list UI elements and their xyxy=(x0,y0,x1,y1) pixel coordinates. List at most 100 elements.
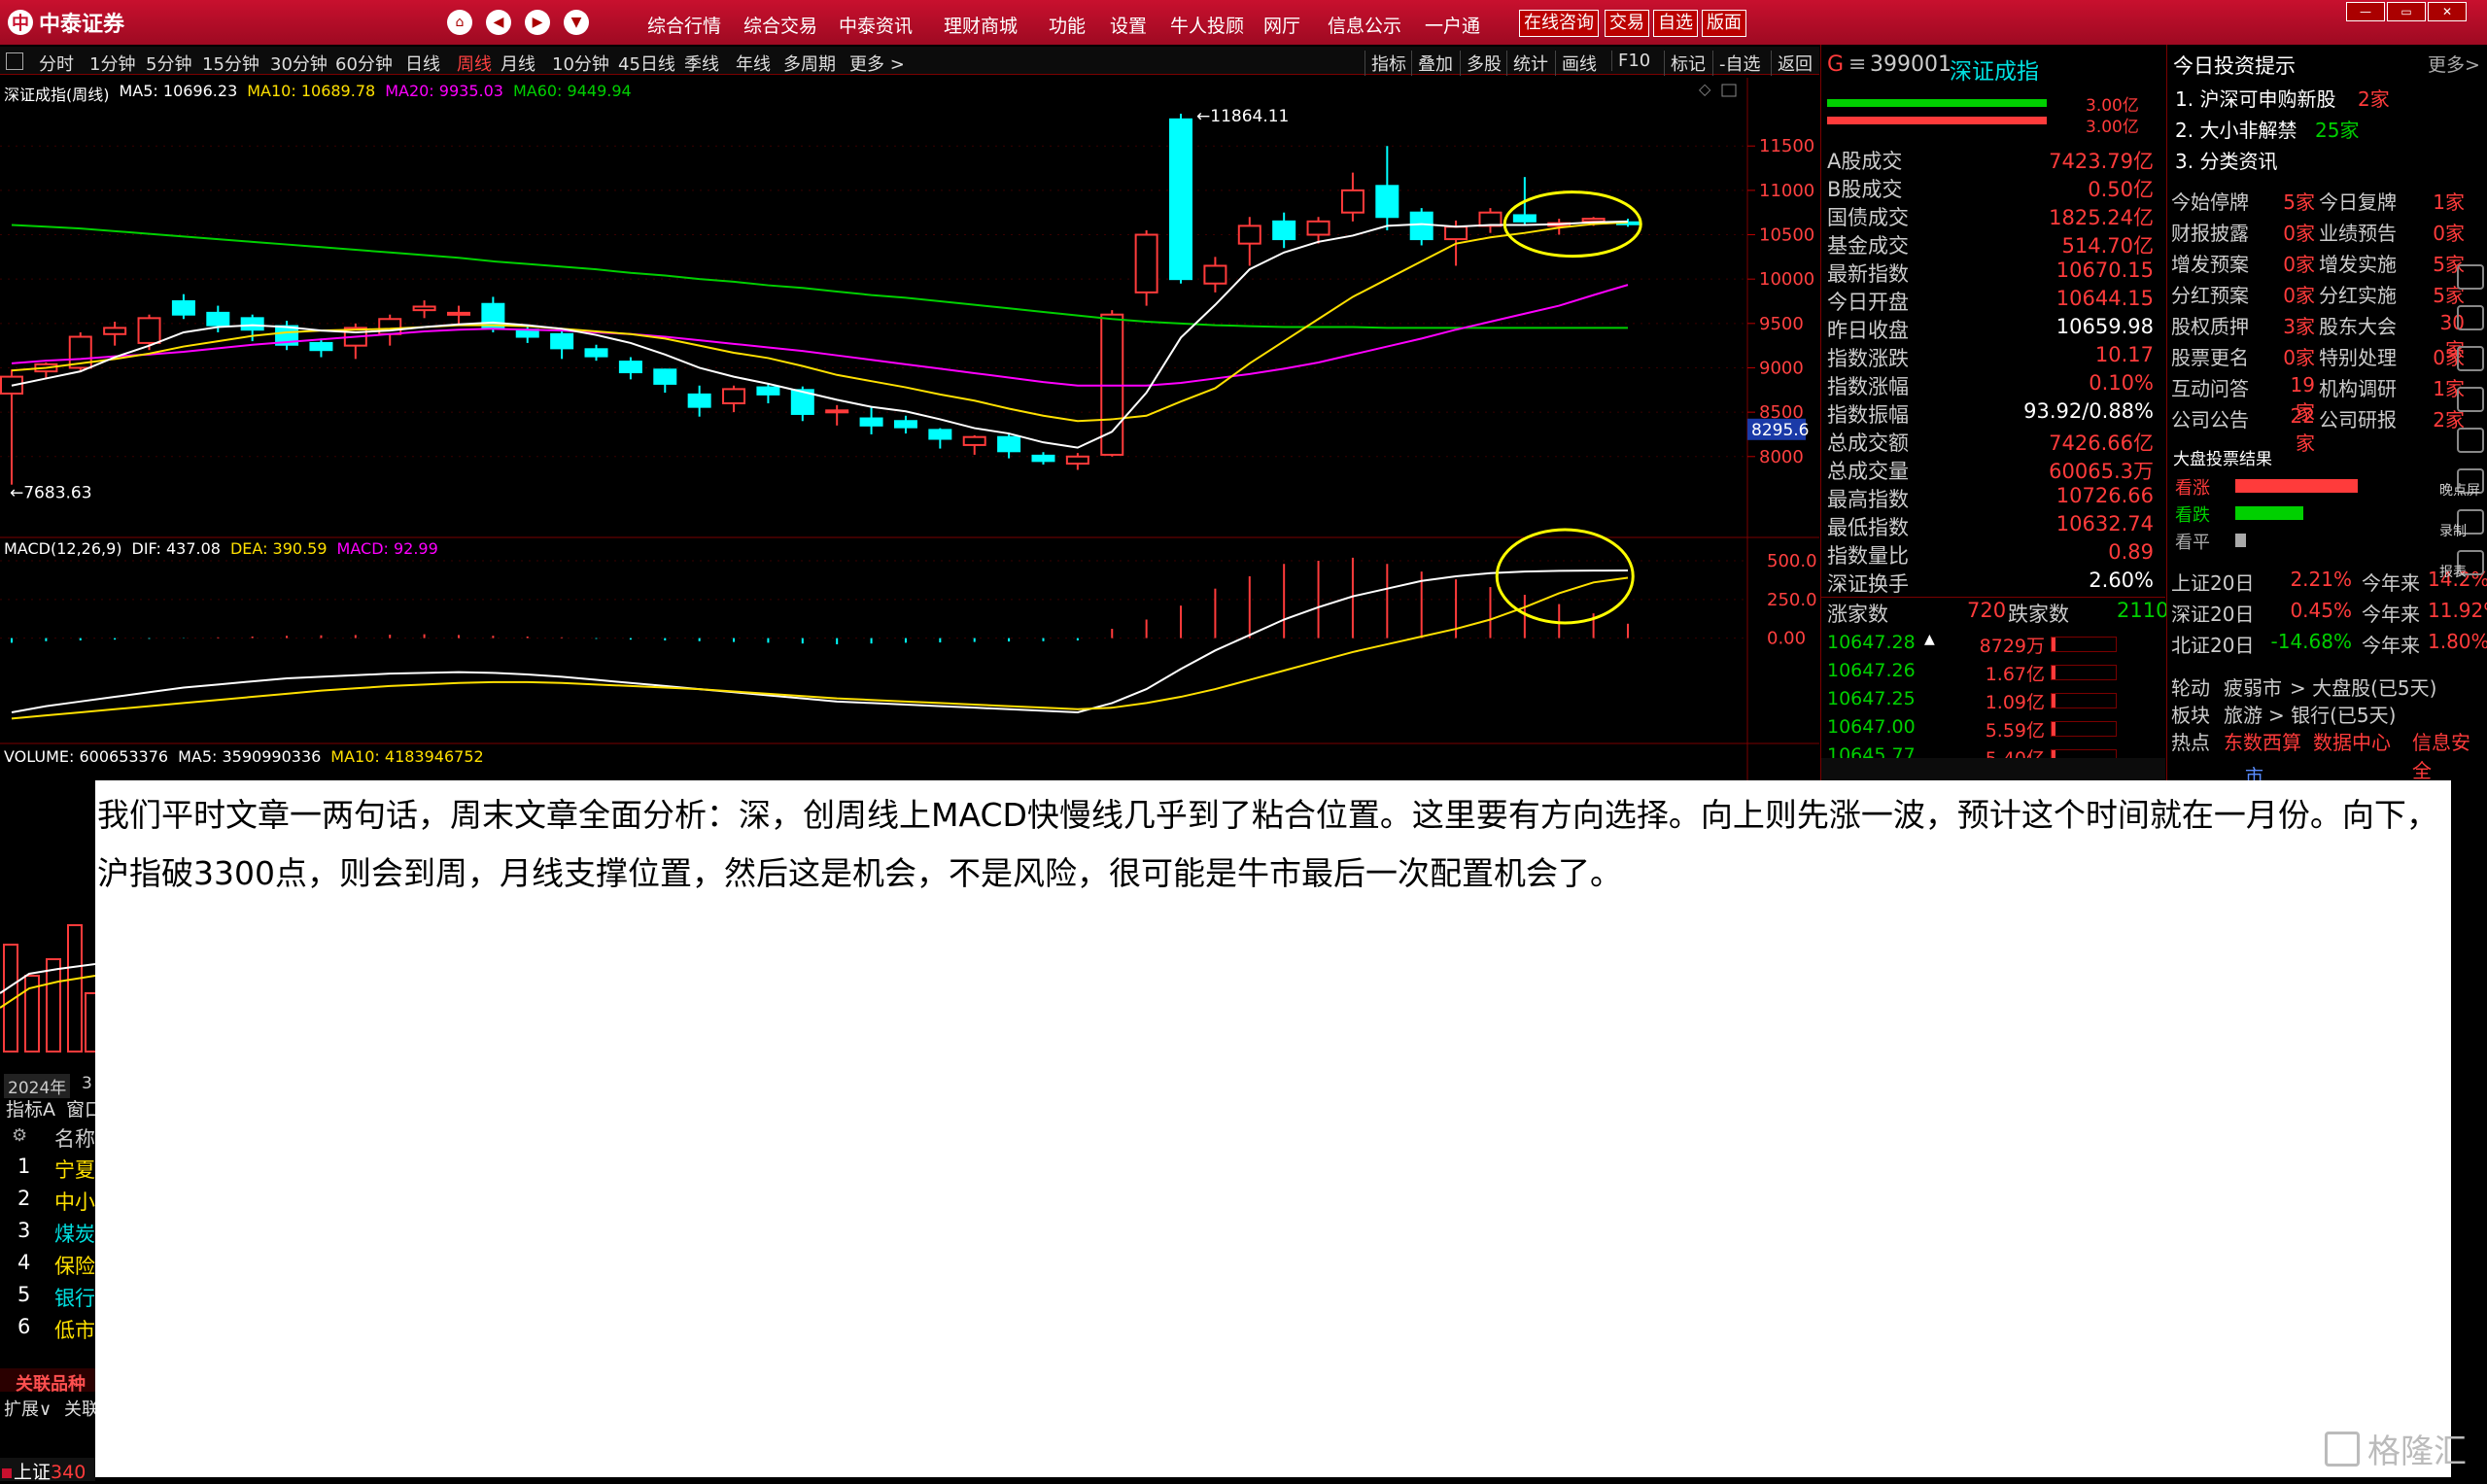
gear-icon[interactable]: ⚙ xyxy=(12,1125,27,1146)
grid-label[interactable]: 今日复牌 xyxy=(2319,187,2397,215)
hot-item[interactable]: 旅游 xyxy=(2224,700,2262,728)
period-tab-8[interactable]: 月线 xyxy=(501,51,535,76)
period-tab-7[interactable]: 周线 xyxy=(457,51,492,76)
tool-button-5[interactable]: F10 xyxy=(1611,51,1650,71)
expand-button[interactable]: 扩展∨ xyxy=(4,1396,52,1421)
menu-item-1[interactable]: 综合交易 xyxy=(743,12,817,38)
grid-label[interactable]: 互动问答 xyxy=(2171,373,2249,401)
assoc-tab[interactable]: 关联 xyxy=(64,1396,99,1421)
grid-label[interactable]: 特别处理 xyxy=(2319,342,2397,370)
list-item-name[interactable]: 银行 xyxy=(54,1283,95,1312)
clock-icon[interactable] xyxy=(2457,305,2484,330)
tool-button-3[interactable]: 统计 xyxy=(1506,51,1548,76)
grid-label[interactable]: 机构调研 xyxy=(2319,373,2397,401)
forward-icon[interactable]: ▶ xyxy=(525,10,550,35)
menu-item-3[interactable]: 理财商城 xyxy=(944,12,1018,38)
kline-chart[interactable]: 115001100010500100009500900085008000500.… xyxy=(0,78,1819,787)
list-item-name[interactable]: 煤炭 xyxy=(54,1219,95,1248)
back-icon[interactable]: ◀ xyxy=(486,10,511,35)
hot-item[interactable]: 轮动 xyxy=(2171,673,2210,701)
tool-button-2[interactable]: 多股 xyxy=(1460,51,1502,76)
grid-label[interactable]: 公司研报 xyxy=(2319,404,2397,432)
more-link[interactable]: 更多> xyxy=(2428,51,2480,77)
panel-toggle-icon[interactable] xyxy=(6,52,23,70)
period-tab-6[interactable]: 日线 xyxy=(405,51,440,76)
ai-icon[interactable] xyxy=(2457,346,2484,371)
period-tab-14[interactable]: 更多 > xyxy=(849,51,905,76)
tool-button-4[interactable]: 画线 xyxy=(1555,51,1597,76)
trade-button[interactable]: 交易 xyxy=(1605,10,1649,37)
tip-item-2[interactable]: 3. 分类资讯 xyxy=(2175,146,2277,174)
grid-label[interactable]: 股权质押 xyxy=(2171,311,2249,339)
menu-item-4[interactable]: 功能 xyxy=(1049,12,1086,38)
period-tab-12[interactable]: 年线 xyxy=(736,51,771,76)
camera-icon[interactable] xyxy=(2457,387,2484,412)
menu-item-2[interactable]: 中泰资讯 xyxy=(839,12,913,38)
grid-label[interactable]: 公司公告 xyxy=(2171,404,2249,432)
period-tab-9[interactable]: 10分钟 xyxy=(552,51,609,76)
assoc-label[interactable]: 关联品种 xyxy=(16,1370,86,1396)
tool-button-6[interactable]: 标记 xyxy=(1664,51,1706,76)
heart-icon[interactable] xyxy=(2457,264,2484,290)
period-tab-0[interactable]: 分时 xyxy=(39,51,74,76)
minimize-button[interactable]: — xyxy=(2346,2,2385,21)
hot-item[interactable]: 数据中心 xyxy=(2313,727,2391,755)
menu-item-0[interactable]: 综合行情 xyxy=(647,12,721,38)
hot-item[interactable]: 信息安全 xyxy=(2412,727,2487,783)
period-tab-11[interactable]: 季线 xyxy=(684,51,719,76)
info-label: 今日开盘 xyxy=(1827,291,1909,314)
menu-item-6[interactable]: 牛人投顾 xyxy=(1170,12,1244,38)
online-consult-button[interactable]: 在线咨询 xyxy=(1519,10,1599,37)
list-item-name[interactable]: 宁夏 xyxy=(54,1155,95,1184)
period-tab-1[interactable]: 1分钟 xyxy=(89,51,135,76)
tip-item-0[interactable]: 1. 沪深可申购新股 xyxy=(2175,84,2335,112)
article-overlay: 我们平时文章一两句话，周末文章全面分析：深，创周线上MACD快慢线几乎到了粘合位… xyxy=(95,780,2451,1477)
menu-item-8[interactable]: 信息公示 xyxy=(1328,12,1401,38)
menu-icon[interactable]: ≡ xyxy=(1848,52,1866,77)
period-tab-4[interactable]: 30分钟 xyxy=(270,51,328,76)
menu-item-5[interactable]: 设置 xyxy=(1110,12,1147,38)
grid-label[interactable]: 分红实施 xyxy=(2319,280,2397,308)
grid-label[interactable]: 增发实施 xyxy=(2319,249,2397,277)
close-button[interactable]: ✕ xyxy=(2428,2,2467,21)
layout-button[interactable]: 版面 xyxy=(1702,10,1746,37)
volume-legend: VOLUME: 600653376 MA5: 3590990336 MA10: … xyxy=(4,747,484,766)
hot-item[interactable]: 东数西算 xyxy=(2224,727,2301,755)
vol-ma5-legend: MA5: 3590990336 xyxy=(178,747,322,766)
grid-label[interactable]: 增发预案 xyxy=(2171,249,2249,277)
period-tab-2[interactable]: 5分钟 xyxy=(146,51,191,76)
tip-item-1[interactable]: 2. 大小非解禁 xyxy=(2175,115,2297,143)
period-tab-5[interactable]: 60分钟 xyxy=(335,51,393,76)
hot-item[interactable]: > 大盘股(已5天) xyxy=(2290,673,2436,701)
maximize-button[interactable]: ▭ xyxy=(2387,2,2426,21)
menu-item-9[interactable]: 一户通 xyxy=(1425,12,1480,38)
menu-item-7[interactable]: 网厅 xyxy=(1263,12,1300,38)
tool-button-1[interactable]: 叠加 xyxy=(1411,51,1453,76)
tick-price: 10647.25 xyxy=(1827,688,1916,709)
dropdown-icon[interactable]: ▼ xyxy=(564,10,589,35)
tab-indicator-a[interactable]: 指标A xyxy=(6,1095,55,1122)
list-item-name[interactable]: 低市 xyxy=(54,1315,95,1344)
grid-label[interactable]: 财报披露 xyxy=(2171,218,2249,246)
hot-item[interactable]: > 银行(已5天) xyxy=(2268,700,2396,728)
period-tab-10[interactable]: 45日线 xyxy=(618,51,675,76)
tool-button-7[interactable]: -自选 xyxy=(1712,51,1761,76)
tool-button-8[interactable]: 返回 xyxy=(1771,51,1813,76)
home-icon[interactable]: ⌂ xyxy=(447,10,472,35)
watchlist-button[interactable]: 自选 xyxy=(1653,10,1698,37)
grid-label[interactable]: 业绩预告 xyxy=(2319,218,2397,246)
grid-label[interactable]: 分红预案 xyxy=(2171,280,2249,308)
hot-item[interactable]: 疲弱市 xyxy=(2224,673,2282,701)
info-value: 0.89 xyxy=(2108,540,2154,564)
period-tab-13[interactable]: 多周期 xyxy=(783,51,836,76)
tool-button-0[interactable]: 指标 xyxy=(1364,51,1406,76)
grid-label[interactable]: 股票更名 xyxy=(2171,342,2249,370)
hot-item[interactable]: 热点 xyxy=(2171,727,2210,755)
grid-label[interactable]: 今始停牌 xyxy=(2171,187,2249,215)
list-item-name[interactable]: 中小 xyxy=(54,1187,95,1216)
grid-label[interactable]: 股东大会 xyxy=(2319,311,2397,339)
period-tab-3[interactable]: 15分钟 xyxy=(202,51,259,76)
list-item-name[interactable]: 保险 xyxy=(54,1251,95,1280)
chart-icon[interactable] xyxy=(2457,428,2484,453)
hot-item[interactable]: 板块 xyxy=(2171,700,2210,728)
